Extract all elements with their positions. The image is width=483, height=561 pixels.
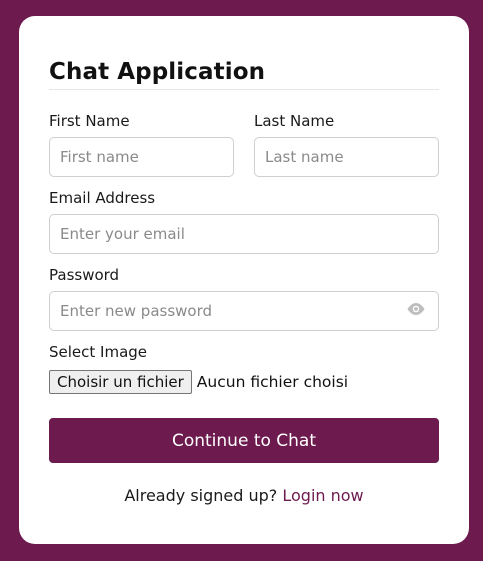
last-name-label: Last Name <box>254 112 335 130</box>
choose-file-button[interactable]: Choisir un fichier <box>49 370 192 394</box>
title-divider <box>49 89 439 90</box>
continue-button[interactable]: Continue to Chat <box>49 418 439 463</box>
password-input[interactable] <box>49 291 439 331</box>
file-status: Aucun fichier choisi <box>196 373 349 391</box>
signup-card: Chat Application First Name Last Name Em… <box>19 16 469 544</box>
email-label: Email Address <box>49 189 156 207</box>
email-input[interactable] <box>49 214 439 254</box>
eye-icon-graphic <box>407 303 425 315</box>
image-label: Select Image <box>49 343 148 361</box>
login-link[interactable]: Login now <box>282 486 363 505</box>
login-prompt-text: Already signed up? <box>124 486 278 505</box>
first-name-input[interactable] <box>49 137 234 177</box>
password-label: Password <box>49 266 120 284</box>
last-name-input[interactable] <box>254 137 439 177</box>
login-prompt: Already signed up? Login now <box>49 486 439 505</box>
page-title: Chat Application <box>49 59 266 85</box>
eye-icon[interactable] <box>406 301 426 315</box>
file-picker: Choisir un fichier Aucun fichier choisi <box>49 370 348 394</box>
first-name-label: First Name <box>49 112 130 130</box>
